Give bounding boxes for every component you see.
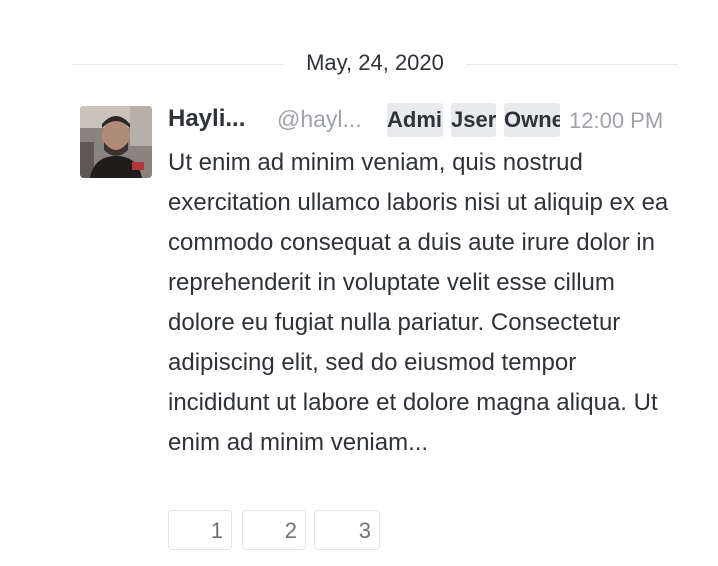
message-header: Hayli... @hayl... Admir Jser Owne 12:00 … <box>168 101 678 137</box>
reaction-count: 3 <box>358 518 371 543</box>
reaction-button-1[interactable]: 1 <box>168 510 232 550</box>
divider-line-left <box>72 64 284 65</box>
avatar-image <box>80 106 152 178</box>
role-tag-owner: Owne <box>504 103 560 137</box>
date-divider: May, 24, 2020 <box>72 46 678 80</box>
role-tag-admin: Admir <box>387 103 443 137</box>
user-handle[interactable]: @hayl... <box>277 106 375 133</box>
role-tag-user: Jser <box>451 103 496 137</box>
message-time[interactable]: 12:00 PM <box>569 108 663 134</box>
reaction-button-2[interactable]: 2 <box>242 510 306 550</box>
reaction-button-3[interactable]: 3 <box>314 510 380 550</box>
date-label: May, 24, 2020 <box>306 50 444 75</box>
reaction-count: 1 <box>210 518 223 543</box>
username[interactable]: Hayli... <box>168 105 258 133</box>
message-body: Ut enim ad minim veniam, quis nostrud ex… <box>168 149 669 456</box>
divider-line-right <box>466 64 678 65</box>
avatar[interactable] <box>80 106 152 178</box>
reaction-count: 2 <box>284 518 297 543</box>
